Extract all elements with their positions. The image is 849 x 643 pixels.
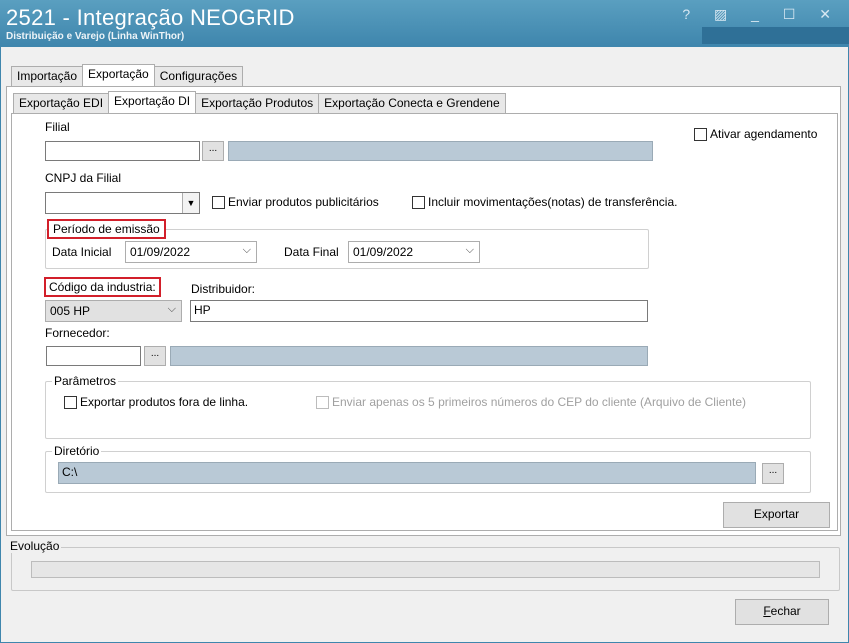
tab-configuracoes[interactable]: Configurações [153,66,244,86]
cnpj-select[interactable]: ▼ [45,192,200,214]
codigo-industria-label: Código da industria: [44,277,161,297]
ativar-agendamento-checkbox[interactable]: Ativar agendamento [694,127,817,141]
main-tabs: Importação Exportação Configurações [11,64,244,86]
ativar-agendamento-label: Ativar agendamento [710,127,818,141]
data-final-picker[interactable]: 01/09/2022 ⌵ [348,241,480,263]
data-inicial-picker[interactable]: 01/09/2022 ⌵ [125,241,257,263]
chevron-down-icon[interactable]: ⌵ [466,244,474,257]
filial-input[interactable] [45,141,200,161]
tab-exportacao-conecta[interactable]: Exportação Conecta e Grendene [318,93,506,113]
distribuidor-input[interactable]: HP [190,300,648,322]
sub-tabs: Exportação EDI Exportação DI Exportação … [13,91,506,113]
tab-exportacao-edi[interactable]: Exportação EDI [13,93,110,113]
cep-checkbox[interactable]: Enviar apenas os 5 primeiros números do … [316,395,746,409]
filial-label: Filial [45,120,70,134]
incluir-transferencia-label: Incluir movimentações(notas) de transfer… [428,195,678,209]
checkbox-icon [412,195,425,209]
tab-importacao[interactable]: Importação [11,66,84,86]
diretorio-title: Diretório [52,444,102,458]
window-controls[interactable]: ? ▨ _ ☐ ✕ [682,6,841,23]
fechar-label-initial: F [763,604,771,618]
checkbox-icon [212,195,225,209]
fechar-button[interactable]: Fechar [735,599,829,625]
fornecedor-description [170,346,648,366]
checkbox-icon [694,127,707,141]
window-title: 2521 - Integração NEOGRID [6,5,295,30]
data-inicial-label: Data Inicial [52,245,112,259]
codigo-industria-select[interactable]: 005 HP ⌵ [45,300,182,322]
evolucao-progress-bar [31,561,820,578]
distribuidor-label: Distribuidor: [191,282,256,296]
exportar-button[interactable]: Exportar [723,502,830,528]
filial-search-button[interactable]: ... [202,141,224,161]
parametros-title: Parâmetros [52,374,119,388]
enviar-publicitarios-checkbox[interactable]: Enviar produtos publicitários [212,195,379,209]
fora-linha-label: Exportar produtos fora de linha. [80,395,249,409]
fora-linha-checkbox[interactable]: Exportar produtos fora de linha. [64,395,248,409]
data-final-value: 01/09/2022 [353,245,414,259]
dropdown-arrow-icon[interactable]: ▼ [182,193,199,213]
evolucao-title: Evolução [8,539,62,553]
tab-exportacao-produtos[interactable]: Exportação Produtos [195,93,320,113]
fornecedor-label: Fornecedor: [45,326,110,340]
codigo-industria-value: 005 HP [50,304,91,318]
cnpj-label: CNPJ da Filial [45,171,122,185]
filial-description [228,141,653,161]
diretorio-input[interactable]: C:\ [58,462,756,484]
fornecedor-input[interactable] [46,346,141,366]
window-client: Importação Exportação Configurações Expo… [0,46,849,643]
window-subtitle: Distribuição e Varejo (Linha WinThor) [6,31,185,42]
tab-exportacao-di[interactable]: Exportação DI [108,91,197,113]
chevron-down-icon[interactable]: ⌵ [243,244,251,257]
data-inicial-value: 01/09/2022 [130,245,191,259]
fechar-label-rest: echar [770,604,801,618]
tab-exportacao[interactable]: Exportação [82,64,155,86]
cep-label: Enviar apenas os 5 primeiros números do … [332,395,746,409]
data-final-label: Data Final [284,245,339,259]
diretorio-browse-button[interactable]: ... [762,463,784,484]
fornecedor-search-button[interactable]: ... [144,346,166,366]
chevron-down-icon[interactable]: ⌵ [168,303,176,316]
title-bar-accent [702,27,849,44]
parametros-groupbox: Parâmetros [45,374,811,439]
checkbox-icon [64,395,77,409]
enviar-publicitarios-label: Enviar produtos publicitários [228,195,379,209]
incluir-transferencia-checkbox[interactable]: Incluir movimentações(notas) de transfer… [412,195,677,209]
periodo-title: Período de emissão [47,219,166,239]
title-bar: 2521 - Integração NEOGRID Distribuição e… [0,0,849,46]
checkbox-icon [316,395,329,409]
